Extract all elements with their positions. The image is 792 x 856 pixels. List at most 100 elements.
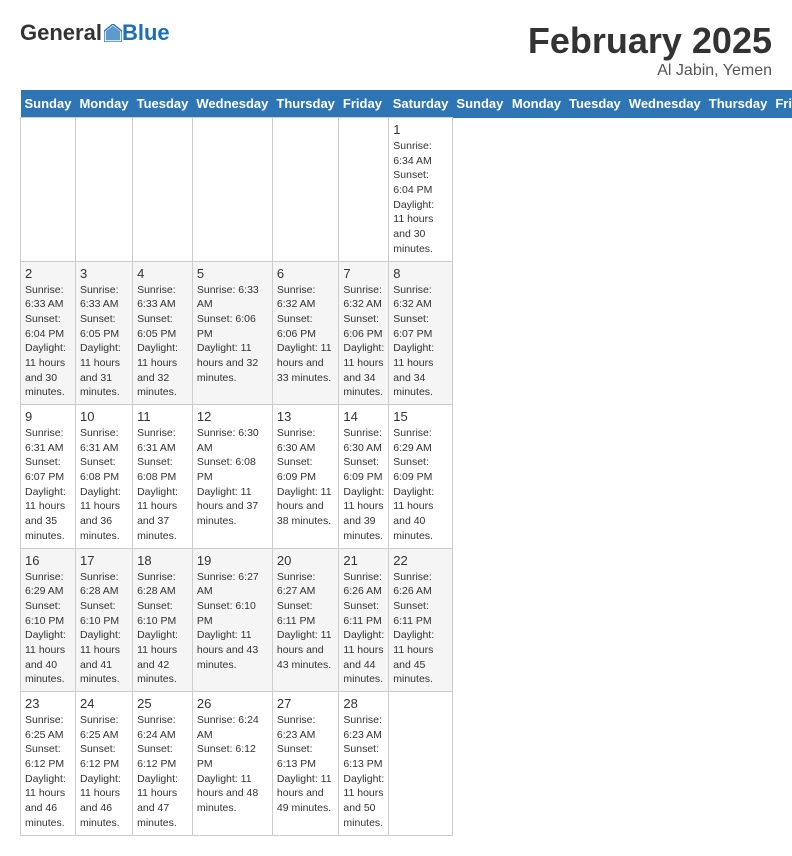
calendar-cell — [339, 118, 389, 262]
day-info: Sunrise: 6:25 AM Sunset: 6:12 PM Dayligh… — [25, 713, 71, 831]
header-thursday: Thursday — [272, 90, 339, 118]
day-number: 19 — [197, 553, 268, 568]
day-info: Sunrise: 6:28 AM Sunset: 6:10 PM Dayligh… — [80, 570, 128, 688]
day-info: Sunrise: 6:29 AM Sunset: 6:09 PM Dayligh… — [393, 426, 448, 544]
header-monday: Monday — [75, 90, 132, 118]
header-tuesday: Tuesday — [133, 90, 193, 118]
calendar-cell: 15 Sunrise: 6:29 AM Sunset: 6:09 PM Dayli… — [389, 405, 453, 549]
header-thursday: Thursday — [705, 90, 772, 118]
day-info: Sunrise: 6:23 AM Sunset: 6:13 PM Dayligh… — [277, 713, 335, 816]
calendar-cell: 9 Sunrise: 6:31 AM Sunset: 6:07 PM Daylig… — [21, 405, 76, 549]
day-info: Sunrise: 6:26 AM Sunset: 6:11 PM Dayligh… — [343, 570, 384, 688]
calendar-cell: 5Sunrise: 6:33 AM Sunset: 6:06 PM Daylig… — [192, 261, 272, 405]
header-friday: Friday — [339, 90, 389, 118]
calendar-week-4: 16 Sunrise: 6:29 AM Sunset: 6:10 PM Dayli… — [21, 548, 792, 692]
day-number: 20 — [277, 553, 335, 568]
calendar-cell: 4 Sunrise: 6:33 AM Sunset: 6:05 PM Daylig… — [133, 261, 193, 405]
logo-icon — [104, 24, 122, 42]
day-number: 4 — [137, 266, 188, 281]
day-number: 1 — [393, 122, 448, 137]
day-info: Sunrise: 6:23 AM Sunset: 6:13 PM Dayligh… — [343, 713, 384, 831]
calendar-cell: 18 Sunrise: 6:28 AM Sunset: 6:10 PM Dayli… — [133, 548, 193, 692]
calendar-cell: 8 Sunrise: 6:32 AM Sunset: 6:07 PM Daylig… — [389, 261, 453, 405]
day-number: 13 — [277, 409, 335, 424]
day-number: 17 — [80, 553, 128, 568]
day-number: 16 — [25, 553, 71, 568]
day-info: Sunrise: 6:24 AM Sunset: 6:12 PM Dayligh… — [137, 713, 188, 831]
calendar-cell: 3Sunrise: 6:33 AM Sunset: 6:05 PM Daylig… — [75, 261, 132, 405]
day-info: Sunrise: 6:32 AM Sunset: 6:06 PM Dayligh… — [277, 283, 335, 386]
day-number: 24 — [80, 696, 128, 711]
day-info: Sunrise: 6:29 AM Sunset: 6:10 PM Dayligh… — [25, 570, 71, 688]
calendar-cell — [75, 118, 132, 262]
header-friday: Friday — [771, 90, 792, 118]
day-number: 2 — [25, 266, 71, 281]
calendar-cell — [272, 118, 339, 262]
day-info: Sunrise: 6:27 AM Sunset: 6:10 PM Dayligh… — [197, 570, 268, 673]
calendar-week-1: 1 Sunrise: 6:34 AM Sunset: 6:04 PM Daylig… — [21, 118, 792, 262]
calendar-cell: 12Sunrise: 6:30 AM Sunset: 6:08 PM Dayli… — [192, 405, 272, 549]
day-number: 27 — [277, 696, 335, 711]
calendar-cell: 20Sunrise: 6:27 AM Sunset: 6:11 PM Dayli… — [272, 548, 339, 692]
calendar-cell: 28Sunrise: 6:23 AM Sunset: 6:13 PM Dayli… — [339, 692, 389, 836]
calendar-cell: 10 Sunrise: 6:31 AM Sunset: 6:08 PM Dayli… — [75, 405, 132, 549]
calendar-header-row: SundayMondayTuesdayWednesdayThursdayFrid… — [21, 90, 792, 118]
day-info: Sunrise: 6:30 AM Sunset: 6:09 PM Dayligh… — [343, 426, 384, 544]
header-monday: Monday — [508, 90, 565, 118]
calendar-cell — [21, 118, 76, 262]
day-info: Sunrise: 6:31 AM Sunset: 6:08 PM Dayligh… — [80, 426, 128, 544]
calendar-cell — [133, 118, 193, 262]
day-info: Sunrise: 6:25 AM Sunset: 6:12 PM Dayligh… — [80, 713, 128, 831]
day-number: 21 — [343, 553, 384, 568]
day-number: 23 — [25, 696, 71, 711]
day-number: 7 — [343, 266, 384, 281]
day-info: Sunrise: 6:31 AM Sunset: 6:07 PM Dayligh… — [25, 426, 71, 544]
day-number: 3 — [80, 266, 128, 281]
calendar-cell: 19 Sunrise: 6:27 AM Sunset: 6:10 PM Dayli… — [192, 548, 272, 692]
calendar-cell: 7 Sunrise: 6:32 AM Sunset: 6:06 PM Daylig… — [339, 261, 389, 405]
day-info: Sunrise: 6:33 AM Sunset: 6:06 PM Dayligh… — [197, 283, 268, 386]
calendar-cell: 2Sunrise: 6:33 AM Sunset: 6:04 PM Daylig… — [21, 261, 76, 405]
header-saturday: Saturday — [389, 90, 453, 118]
calendar-cell: 25 Sunrise: 6:24 AM Sunset: 6:12 PM Dayli… — [133, 692, 193, 836]
day-info: Sunrise: 6:32 AM Sunset: 6:06 PM Dayligh… — [343, 283, 384, 401]
month-title: February 2025 — [528, 20, 772, 62]
day-info: Sunrise: 6:30 AM Sunset: 6:08 PM Dayligh… — [197, 426, 268, 529]
day-info: Sunrise: 6:31 AM Sunset: 6:08 PM Dayligh… — [137, 426, 188, 544]
calendar-cell: 22 Sunrise: 6:26 AM Sunset: 6:11 PM Dayli… — [389, 548, 453, 692]
logo-general: General — [20, 20, 102, 46]
calendar-cell: 17 Sunrise: 6:28 AM Sunset: 6:10 PM Dayli… — [75, 548, 132, 692]
day-info: Sunrise: 6:28 AM Sunset: 6:10 PM Dayligh… — [137, 570, 188, 688]
calendar-week-3: 9 Sunrise: 6:31 AM Sunset: 6:07 PM Daylig… — [21, 405, 792, 549]
calendar-cell: 13 Sunrise: 6:30 AM Sunset: 6:09 PM Dayli… — [272, 405, 339, 549]
day-number: 10 — [80, 409, 128, 424]
calendar-cell: 1 Sunrise: 6:34 AM Sunset: 6:04 PM Daylig… — [389, 118, 453, 262]
calendar-week-2: 2Sunrise: 6:33 AM Sunset: 6:04 PM Daylig… — [21, 261, 792, 405]
calendar-table: SundayMondayTuesdayWednesdayThursdayFrid… — [20, 90, 792, 836]
day-number: 8 — [393, 266, 448, 281]
calendar-cell — [389, 692, 453, 836]
calendar-cell: 6Sunrise: 6:32 AM Sunset: 6:06 PM Daylig… — [272, 261, 339, 405]
day-info: Sunrise: 6:33 AM Sunset: 6:05 PM Dayligh… — [137, 283, 188, 401]
day-number: 15 — [393, 409, 448, 424]
calendar-cell — [192, 118, 272, 262]
day-number: 11 — [137, 409, 188, 424]
calendar-cell: 21 Sunrise: 6:26 AM Sunset: 6:11 PM Dayli… — [339, 548, 389, 692]
day-info: Sunrise: 6:32 AM Sunset: 6:07 PM Dayligh… — [393, 283, 448, 401]
day-number: 22 — [393, 553, 448, 568]
day-number: 18 — [137, 553, 188, 568]
calendar-cell: 11 Sunrise: 6:31 AM Sunset: 6:08 PM Dayli… — [133, 405, 193, 549]
location: Al Jabin, Yemen — [528, 62, 772, 80]
day-info: Sunrise: 6:30 AM Sunset: 6:09 PM Dayligh… — [277, 426, 335, 529]
day-info: Sunrise: 6:34 AM Sunset: 6:04 PM Dayligh… — [393, 139, 448, 257]
header-tuesday: Tuesday — [565, 90, 625, 118]
calendar-cell: 27 Sunrise: 6:23 AM Sunset: 6:13 PM Dayli… — [272, 692, 339, 836]
calendar-cell: 14Sunrise: 6:30 AM Sunset: 6:09 PM Dayli… — [339, 405, 389, 549]
calendar-cell: 24 Sunrise: 6:25 AM Sunset: 6:12 PM Dayli… — [75, 692, 132, 836]
day-info: Sunrise: 6:26 AM Sunset: 6:11 PM Dayligh… — [393, 570, 448, 688]
day-number: 25 — [137, 696, 188, 711]
header-wednesday: Wednesday — [625, 90, 705, 118]
calendar-cell: 16 Sunrise: 6:29 AM Sunset: 6:10 PM Dayli… — [21, 548, 76, 692]
day-number: 9 — [25, 409, 71, 424]
day-info: Sunrise: 6:24 AM Sunset: 6:12 PM Dayligh… — [197, 713, 268, 816]
